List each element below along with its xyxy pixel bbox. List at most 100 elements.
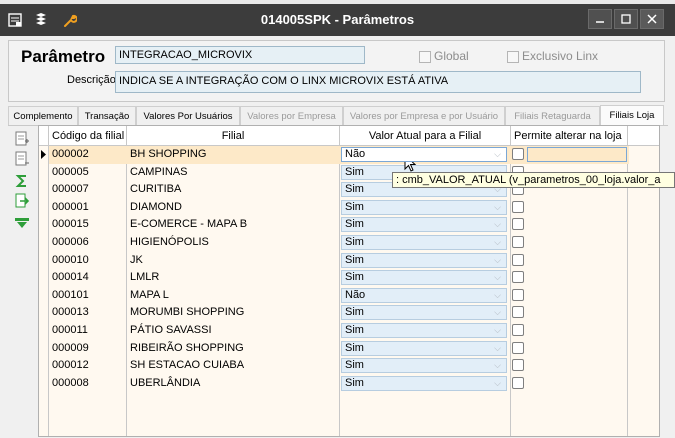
table-row[interactable]: 000012 SH ESTACAO CUIABA Sim ⌵: [39, 357, 659, 375]
chevron-down-icon[interactable]: ⌵: [494, 201, 501, 214]
valor-atual-combo[interactable]: Sim ⌵: [341, 323, 507, 338]
cell-codigo-filial[interactable]: 000101: [49, 287, 129, 305]
chevron-down-icon[interactable]: ⌵: [494, 218, 501, 231]
cell-filial[interactable]: MAPA L: [127, 287, 342, 305]
header-permite-alterar[interactable]: Permite alterar na loja: [511, 126, 628, 146]
cell-codigo-filial[interactable]: 000011: [49, 322, 129, 340]
chevron-down-icon[interactable]: ⌵: [494, 289, 501, 302]
valor-atual-value: Sim: [345, 341, 364, 354]
cell-filial[interactable]: UBERLÂNDIA: [127, 375, 342, 393]
table-row[interactable]: 000001 DIAMOND Sim ⌵: [39, 199, 659, 217]
header-codigo-filial[interactable]: Código da filial: [49, 126, 127, 146]
export-icon[interactable]: [12, 192, 32, 210]
permite-alterar-checkbox[interactable]: [512, 359, 524, 372]
valor-atual-combo[interactable]: Sim ⌵: [341, 235, 507, 250]
add-row-icon[interactable]: [12, 130, 32, 148]
valor-atual-combo[interactable]: Sim ⌵: [341, 270, 507, 286]
cell-codigo-filial[interactable]: 000001: [49, 199, 129, 217]
exclusivo-linx-checkbox[interactable]: [507, 51, 519, 63]
chevron-down-icon[interactable]: ⌵: [494, 324, 501, 337]
cell-codigo-filial[interactable]: 000005: [49, 164, 129, 182]
window-title: 014005SPK - Parâmetros: [260, 12, 415, 27]
parameter-field[interactable]: INTEGRACAO_MICROVIX: [115, 46, 365, 64]
table-row[interactable]: 000008 UBERLÂNDIA Sim ⌵: [39, 375, 659, 393]
chevron-down-icon[interactable]: ⌵: [494, 359, 501, 372]
cell-codigo-filial[interactable]: 000010: [49, 252, 129, 270]
cell-codigo-filial[interactable]: 000009: [49, 340, 129, 358]
valor-atual-combo[interactable]: Sim ⌵: [341, 375, 507, 391]
tab-valores-por-usuarios[interactable]: Valores Por Usuários: [136, 106, 240, 125]
table-row[interactable]: 000015 E-COMERCE - MAPA B Sim ⌵: [39, 216, 659, 234]
cell-filial[interactable]: CURITIBA: [127, 181, 342, 199]
permite-alterar-checkbox[interactable]: [512, 218, 524, 231]
cell-filial[interactable]: PÁTIO SAVASSI: [127, 322, 342, 340]
cell-codigo-filial[interactable]: 000012: [49, 357, 129, 375]
permite-alterar-checkbox[interactable]: [512, 271, 524, 284]
valor-atual-combo[interactable]: Sim ⌵: [341, 199, 507, 215]
cell-filial[interactable]: E-COMERCE - MAPA B: [127, 216, 342, 234]
valor-atual-combo[interactable]: Não ⌵: [341, 147, 507, 162]
table-row[interactable]: 000013 MORUMBI SHOPPING Sim ⌵: [39, 304, 659, 322]
header-valor-atual[interactable]: Valor Atual para a Filial: [340, 126, 511, 146]
maximize-button[interactable]: [614, 9, 638, 29]
tab-filiais-loja[interactable]: Filiais Loja: [600, 105, 664, 126]
cell-filial[interactable]: LMLR: [127, 269, 342, 287]
cell-codigo-filial[interactable]: 000013: [49, 304, 129, 322]
cell-filial[interactable]: JK: [127, 252, 342, 270]
row-indicator: [39, 216, 48, 234]
filter-icon[interactable]: [12, 214, 32, 232]
chevron-down-icon[interactable]: ⌵: [494, 306, 501, 319]
cell-codigo-filial[interactable]: 000006: [49, 234, 129, 252]
sum-icon[interactable]: [12, 172, 32, 190]
cell-filial[interactable]: DIAMOND: [127, 199, 342, 217]
row-indicator: [39, 146, 48, 164]
chevron-down-icon[interactable]: ⌵: [494, 377, 501, 390]
description-field[interactable]: INDICA SE A INTEGRAÇÃO COM O LINX MICROV…: [115, 71, 641, 93]
permite-alterar-checkbox[interactable]: [512, 306, 524, 319]
cell-filial[interactable]: MORUMBI SHOPPING: [127, 304, 342, 322]
permite-alterar-checkbox[interactable]: [512, 253, 524, 266]
cell-codigo-filial[interactable]: 000002: [49, 146, 129, 164]
tab-complemento[interactable]: Complemento: [8, 106, 78, 125]
chevron-down-icon[interactable]: ⌵: [494, 342, 501, 355]
permite-alterar-checkbox[interactable]: [512, 200, 524, 213]
cell-filial[interactable]: BH SHOPPING: [127, 146, 342, 164]
table-row[interactable]: 000010 JK Sim ⌵: [39, 252, 659, 270]
valor-atual-combo[interactable]: Sim ⌵: [341, 217, 507, 233]
cell-codigo-filial[interactable]: 000014: [49, 269, 129, 287]
header-filial[interactable]: Filial: [127, 126, 340, 146]
cell-filial[interactable]: RIBEIRÃO SHOPPING: [127, 340, 342, 358]
valor-atual-combo[interactable]: Sim ⌵: [341, 252, 507, 268]
cell-codigo-filial[interactable]: 000008: [49, 375, 129, 393]
cell-filial[interactable]: HIGIENÓPOLIS: [127, 234, 342, 252]
table-row[interactable]: 000011 PÁTIO SAVASSI Sim ⌵: [39, 322, 659, 340]
table-row[interactable]: 000006 HIGIENÓPOLIS Sim ⌵: [39, 234, 659, 252]
permite-alterar-checkbox[interactable]: [512, 288, 524, 301]
table-row[interactable]: 000101 MAPA L Não ⌵: [39, 287, 659, 305]
cell-codigo-filial[interactable]: 000015: [49, 216, 129, 234]
global-checkbox[interactable]: [419, 51, 431, 63]
chevron-down-icon[interactable]: ⌵: [494, 236, 501, 249]
valor-atual-combo[interactable]: Sim ⌵: [341, 358, 507, 374]
delete-row-icon[interactable]: [12, 150, 32, 168]
valor-atual-combo[interactable]: Não ⌵: [341, 287, 507, 303]
permite-alterar-checkbox[interactable]: [512, 236, 524, 248]
table-row[interactable]: 000009 RIBEIRÃO SHOPPING Sim ⌵: [39, 340, 659, 358]
tab-transacao[interactable]: Transação: [78, 106, 136, 125]
valor-atual-combo[interactable]: Sim ⌵: [341, 305, 507, 321]
permite-alterar-checkbox[interactable]: [512, 148, 524, 160]
permite-alterar-checkbox[interactable]: [512, 341, 524, 354]
chevron-down-icon[interactable]: ⌵: [494, 148, 501, 161]
cell-filial[interactable]: CAMPINAS: [127, 164, 342, 182]
cell-codigo-filial[interactable]: 000007: [49, 181, 129, 199]
chevron-down-icon[interactable]: ⌵: [494, 271, 501, 284]
cell-filial[interactable]: SH ESTACAO CUIABA: [127, 357, 342, 375]
table-row[interactable]: 000002 BH SHOPPING Não ⌵: [39, 146, 659, 164]
valor-atual-combo[interactable]: Sim ⌵: [341, 340, 507, 356]
permite-alterar-checkbox[interactable]: [512, 376, 524, 389]
close-button[interactable]: [640, 9, 664, 29]
table-row[interactable]: 000014 LMLR Sim ⌵: [39, 269, 659, 287]
minimize-button[interactable]: [588, 9, 612, 29]
permite-alterar-checkbox[interactable]: [512, 324, 524, 336]
chevron-down-icon[interactable]: ⌵: [494, 254, 501, 267]
